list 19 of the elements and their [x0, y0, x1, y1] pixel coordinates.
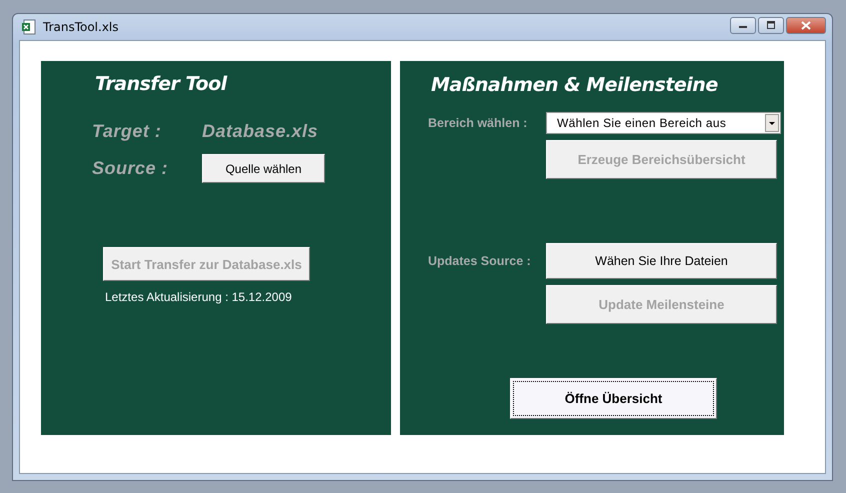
spreadsheet-icon: [21, 19, 37, 35]
close-icon: [801, 20, 811, 30]
update-button[interactable]: Wähen Sie Ihre Dateien: [546, 243, 777, 279]
maximize-icon: [766, 21, 776, 29]
area-dropdown[interactable]: Wählen Sie einen Bereich aus: [546, 112, 781, 134]
close-button[interactable]: [786, 16, 826, 34]
window-title: TransTool.xls: [43, 20, 119, 34]
updates-source-label: Updates Source :: [427, 254, 532, 270]
maximize-button[interactable]: [758, 16, 784, 34]
source-button[interactable]: Quelle wählen: [202, 154, 325, 183]
target-value: Database.xls: [202, 121, 318, 142]
target-label: Target :: [92, 121, 162, 142]
source-label: Source :: [92, 158, 170, 179]
panel-title: Transfer Tool: [95, 73, 228, 95]
panel-title: Maßnahmen & Meilensteine: [431, 74, 719, 96]
minimize-button[interactable]: [730, 16, 756, 34]
last-update-text: Letztes Aktualisierung : 15.12.2009: [105, 290, 293, 304]
open-overview-button[interactable]: Öffne Übersicht: [510, 378, 717, 419]
area-label: Bereich wählen :: [427, 116, 528, 130]
